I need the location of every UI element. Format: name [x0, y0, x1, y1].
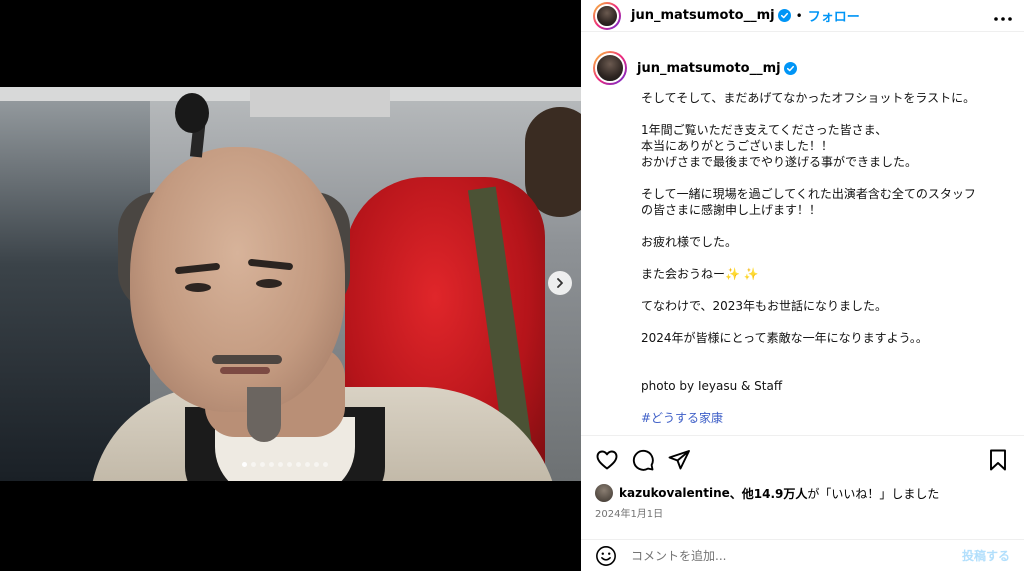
- carousel-dot: [260, 462, 265, 467]
- caption-blank-line: [641, 218, 1008, 234]
- hashtag-link[interactable]: #どうする家康: [641, 410, 1008, 426]
- header-username[interactable]: jun_matsumoto__mj: [631, 8, 775, 23]
- share-icon[interactable]: [667, 448, 691, 472]
- caption-line: そしてそして、まだあげてなかったオフショットをラストに。: [641, 91, 976, 105]
- liker-avatar[interactable]: [595, 484, 613, 502]
- caption-blank-line: [641, 394, 1008, 410]
- verified-badge-icon: [783, 61, 797, 75]
- caption-line: おかげさまで最後までやり遂げる事ができました。: [641, 155, 918, 169]
- carousel-indicator: [242, 462, 328, 467]
- chevron-right-icon: [557, 278, 563, 288]
- caption-blank-line: [641, 346, 1008, 362]
- post-date[interactable]: 2024年1月1日: [595, 505, 663, 520]
- comment-input[interactable]: [631, 548, 962, 563]
- caption-username[interactable]: jun_matsumoto__mj: [637, 61, 781, 76]
- comment-bar: 投稿する: [581, 539, 1024, 571]
- caption-line: 本当にありがとうございました！！: [641, 139, 834, 153]
- post-details-panel: jun_matsumoto__mj • フォロー jun_matsumoto__…: [581, 0, 1024, 571]
- post-header: jun_matsumoto__mj • フォロー: [581, 0, 1024, 32]
- header-separator: •: [795, 8, 803, 23]
- caption-line: 1年間ご覧いただき支えてくださった皆さま、: [641, 123, 888, 137]
- emoji-icon[interactable]: [595, 545, 617, 567]
- action-bar: [581, 446, 1024, 474]
- caption-avatar[interactable]: [593, 51, 627, 85]
- more-options-icon[interactable]: [994, 7, 1012, 25]
- caption-blank-line: [641, 106, 1008, 122]
- caption-blank-line: [641, 170, 1008, 186]
- caption-line: 2024年が皆様にとって素敵な一年になりますよう。。: [641, 331, 928, 345]
- caption-text: そしてそして、まだあげてなかったオフショットをラストに。 1年間ご覧いただき支えて…: [581, 82, 1024, 426]
- caption-blank-line: [641, 282, 1008, 298]
- caption-line: また会おうねー✨ ✨: [641, 267, 759, 281]
- instagram-post-modal: jun_matsumoto__mj • フォロー jun_matsumoto__…: [0, 0, 1024, 571]
- follow-button[interactable]: フォロー: [808, 6, 860, 25]
- carousel-dot: [287, 462, 292, 467]
- likes-text-end: が「いいね！」しました: [807, 486, 940, 501]
- carousel-dot: [314, 462, 319, 467]
- carousel-dot: [323, 462, 328, 467]
- caption-line: そして一緒に現場を過ごしてくれた出演者含む全てのスタッフ: [641, 187, 976, 201]
- caption-blank-line: [641, 314, 1008, 330]
- caption-line: てなわけで、2023年もお世話になりました。: [641, 299, 888, 313]
- next-slide-button[interactable]: [548, 271, 572, 295]
- post-photo[interactable]: [0, 87, 581, 481]
- likes-summary: kazukovalentine 、他 14.9万人 が「いいね！」しました: [595, 484, 939, 502]
- comment-icon[interactable]: [631, 448, 655, 472]
- caption-area: jun_matsumoto__mj そしてそして、まだあげてなかったオフショット…: [581, 42, 1024, 436]
- heart-icon[interactable]: [595, 448, 619, 472]
- caption-blank-line: [641, 250, 1008, 266]
- carousel-dot: [278, 462, 283, 467]
- likes-count[interactable]: 14.9万人: [754, 485, 808, 502]
- carousel-dot: [251, 462, 256, 467]
- caption-line: お疲れ様でした。: [641, 235, 738, 249]
- liker-username[interactable]: kazukovalentine: [619, 486, 730, 500]
- carousel-dot: [305, 462, 310, 467]
- caption-line: photo by Ieyasu & Staff: [641, 379, 783, 393]
- caption-line: の皆さまに感謝申し上げます！！: [641, 203, 822, 217]
- media-pane: [0, 0, 581, 571]
- bookmark-icon[interactable]: [986, 448, 1010, 472]
- carousel-dot: [269, 462, 274, 467]
- verified-badge-icon: [777, 9, 791, 22]
- caption-blank-line: [641, 362, 1008, 378]
- post-comment-button[interactable]: 投稿する: [962, 547, 1010, 564]
- carousel-dot: [242, 462, 247, 467]
- avatar[interactable]: [593, 1, 621, 30]
- caption-header: jun_matsumoto__mj: [581, 42, 1024, 85]
- likes-text-middle: 、他: [729, 486, 754, 501]
- carousel-dot: [296, 462, 301, 467]
